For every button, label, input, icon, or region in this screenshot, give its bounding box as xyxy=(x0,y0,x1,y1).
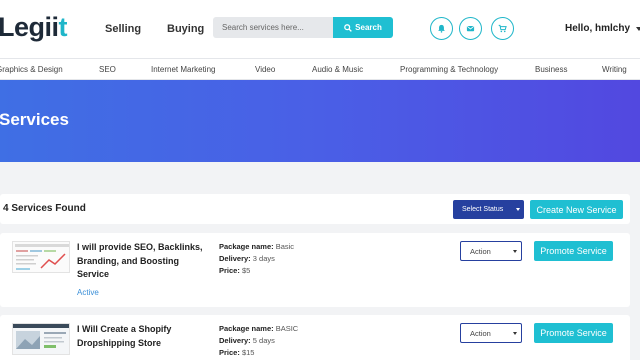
category-seo[interactable]: SEO xyxy=(99,65,116,74)
delivery-line: Delivery: 5 days xyxy=(219,336,275,345)
category-audio-music[interactable]: Audio & Music xyxy=(312,65,363,74)
service-title[interactable]: I will provide SEO, Backlinks, Branding,… xyxy=(77,241,207,282)
mail-icon xyxy=(466,25,475,32)
shopify-thumbnail-image xyxy=(13,324,69,354)
delivery-line: Delivery: 3 days xyxy=(219,254,275,263)
category-video[interactable]: Video xyxy=(255,65,275,74)
category-business[interactable]: Business xyxy=(535,65,567,74)
action-select[interactable]: Action xyxy=(460,241,522,261)
service-thumbnail[interactable] xyxy=(12,323,70,355)
site-logo[interactable]: Legiit xyxy=(0,12,67,43)
package-name-line: Package name: BASIC xyxy=(219,324,298,333)
chevron-down-icon xyxy=(636,26,640,31)
notifications-button[interactable] xyxy=(430,17,453,40)
service-card: I Will Create a Shopify Dropshipping Sto… xyxy=(0,315,630,360)
delivery-value: 5 days xyxy=(252,336,275,345)
price-label: Price: xyxy=(219,348,240,357)
package-name-value: BASIC xyxy=(275,324,299,333)
package-name-value: Basic xyxy=(275,242,295,251)
chevron-down-icon xyxy=(513,250,517,253)
category-graphics-design[interactable]: Graphics & Design xyxy=(0,65,63,74)
cart-button[interactable] xyxy=(491,17,514,40)
package-name-line: Package name: Basic xyxy=(219,242,294,251)
page-banner: Services xyxy=(0,80,640,162)
logo-text: Legii xyxy=(0,12,59,42)
create-service-button[interactable]: Create New Service xyxy=(530,200,623,219)
user-menu[interactable]: Hello, hmlchy xyxy=(565,23,640,34)
search-input[interactable] xyxy=(213,17,334,38)
status-filter-select[interactable]: Select Status xyxy=(453,200,524,219)
top-navbar: Legiit Selling Buying Search Hello, hmlc… xyxy=(0,0,640,58)
package-name-label: Package name: xyxy=(219,242,274,251)
category-nav: Graphics & Design SEO Internet Marketing… xyxy=(0,58,640,80)
services-toolbar: 4 Services Found Select Status Create Ne… xyxy=(0,194,630,224)
price-value: $5 xyxy=(241,266,251,275)
nav-selling-link[interactable]: Selling xyxy=(105,23,141,35)
user-greeting: Hello, hmlchy xyxy=(565,23,631,34)
logo-accent: t xyxy=(58,12,68,42)
search-button[interactable]: Search xyxy=(333,17,393,38)
status-filter-label: Select Status xyxy=(462,206,504,213)
search-button-label: Search xyxy=(355,23,382,32)
search-bar: Search xyxy=(213,17,393,38)
search-icon xyxy=(344,23,352,32)
bell-icon xyxy=(438,24,445,33)
action-select-label: Action xyxy=(470,328,491,338)
action-select-label: Action xyxy=(470,246,491,256)
service-status: Active xyxy=(77,288,99,297)
seo-thumbnail-image xyxy=(13,242,69,272)
action-select[interactable]: Action xyxy=(460,323,522,343)
promote-service-button[interactable]: Promote Service xyxy=(534,241,613,261)
cart-icon xyxy=(498,24,507,33)
price-label: Price: xyxy=(219,266,240,275)
price-value: $15 xyxy=(241,348,255,357)
services-count: 4 Services Found xyxy=(3,203,86,214)
delivery-label: Delivery: xyxy=(219,336,251,345)
delivery-value: 3 days xyxy=(252,254,275,263)
service-thumbnail[interactable] xyxy=(12,241,70,273)
category-programming-technology[interactable]: Programming & Technology xyxy=(400,65,498,74)
price-line: Price: $15 xyxy=(219,348,254,357)
chevron-down-icon xyxy=(513,332,517,335)
page-title: Services xyxy=(0,110,69,129)
category-internet-marketing[interactable]: Internet Marketing xyxy=(151,65,215,74)
promote-service-button[interactable]: Promote Service xyxy=(534,323,613,343)
messages-button[interactable] xyxy=(459,17,482,40)
price-line: Price: $5 xyxy=(219,266,250,275)
nav-buying-link[interactable]: Buying xyxy=(167,23,204,35)
chevron-down-icon xyxy=(516,208,520,211)
category-writing[interactable]: Writing xyxy=(602,65,627,74)
delivery-label: Delivery: xyxy=(219,254,251,263)
package-name-label: Package name: xyxy=(219,324,274,333)
service-title[interactable]: I Will Create a Shopify Dropshipping Sto… xyxy=(77,323,207,350)
service-card: I will provide SEO, Backlinks, Branding,… xyxy=(0,233,630,307)
